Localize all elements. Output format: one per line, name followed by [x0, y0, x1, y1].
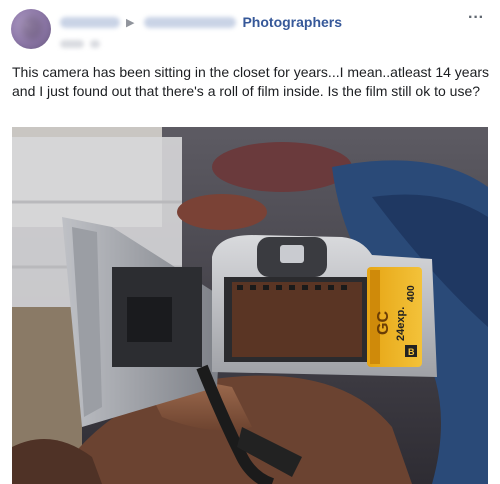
film-strip [232, 282, 362, 357]
post-text: This camera has been sitting in the clos… [12, 64, 490, 99]
redacted-author-name [60, 16, 120, 28]
group-name-link[interactable]: Photographers [242, 14, 342, 30]
fabric-piece [212, 142, 352, 192]
more-horizontal-icon: ··· [468, 9, 484, 26]
film-speed: 400 [406, 285, 417, 302]
more-options-button[interactable]: ··· [464, 8, 488, 28]
post-header: ▶ Photographers [60, 12, 460, 50]
author-line: ▶ Photographers [60, 12, 460, 32]
post-meta [60, 38, 460, 50]
redacted-timestamp [60, 40, 84, 48]
film-brand-mark: GC [375, 311, 392, 335]
film-badge: B [408, 347, 415, 357]
film-exposures: 24exp. [395, 307, 407, 341]
post-photo[interactable]: GC 24exp. 400 B [12, 127, 488, 484]
redacted-author-name-2 [144, 16, 237, 28]
redacted-privacy-icon [90, 40, 100, 48]
avatar-blurred-face [21, 15, 43, 41]
arrow-icon: ▶ [126, 16, 135, 29]
author-avatar[interactable] [11, 9, 51, 49]
facebook-post: ▶ Photographers ··· This camera has been… [0, 0, 500, 484]
fabric-piece [177, 194, 267, 230]
